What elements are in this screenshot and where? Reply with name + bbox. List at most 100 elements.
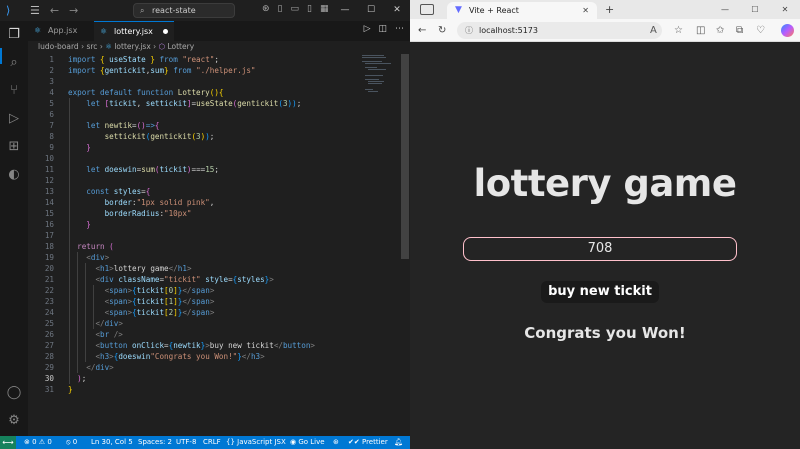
win-message: Congrats you Won! <box>524 324 686 342</box>
more-icon[interactable]: ⋯ <box>395 24 404 34</box>
code-line: const styles={ <box>86 187 151 196</box>
minimap[interactable] <box>360 54 400 94</box>
layout-secondary-icon[interactable]: ▯ <box>307 4 312 14</box>
unsaved-dot-icon[interactable] <box>163 29 169 34</box>
encoding[interactable]: UTF-8 <box>176 436 196 449</box>
line-number: 6 <box>49 110 54 119</box>
browser-tab[interactable]: ▼ Vite + React ✕ <box>447 2 597 19</box>
line-number: 24 <box>44 308 54 317</box>
breadcrumb-item[interactable]: Lottery <box>167 42 194 51</box>
account-icon[interactable]: ◯ <box>6 385 22 401</box>
react-file-icon: ⚛ <box>34 26 42 35</box>
ports-icon: ⦸ <box>66 438 73 446</box>
problems-status[interactable]: ⊗ 0 ⚠ 0 <box>24 436 52 449</box>
vscode-window: ⟩ ☰ ← → ⌕ react-state ⊛ ▯ ▭ ▯ ▦ — ☐ ✕ ❐ … <box>0 0 410 449</box>
maximize-icon[interactable]: ☐ <box>740 0 770 19</box>
remote-icon[interactable]: ⟷ <box>0 436 16 449</box>
info-icon[interactable]: ⓘ <box>465 22 473 39</box>
search-icon[interactable]: ⌕ <box>6 55 22 71</box>
code-line: </div> <box>86 363 114 372</box>
layout-sidebar-icon[interactable]: ▯ <box>278 4 283 14</box>
close-icon[interactable]: ✕ <box>384 0 410 21</box>
browser-tab-strip: ▼ Vite + React ✕ + — ☐ ✕ <box>410 0 800 19</box>
refresh-icon[interactable]: ↻ <box>438 19 446 42</box>
status-bar: ⟷ ⊗ 0 ⚠ 0 ⦸ 0 Ln 30, Col 5 Spaces: 2 UTF… <box>0 436 410 449</box>
copilot-status-icon[interactable]: ⊛ <box>333 436 339 449</box>
cursor-position[interactable]: Ln 30, Col 5 <box>91 436 133 449</box>
screen: ⟩ ☰ ← → ⌕ react-state ⊛ ▯ ▭ ▯ ▦ — ☐ ✕ ❐ … <box>0 0 800 449</box>
browser-essentials-icon[interactable]: ♡ <box>756 23 765 38</box>
source-control-icon[interactable]: ⑂ <box>6 83 22 99</box>
remote-icon[interactable]: ◐ <box>6 167 22 183</box>
copilot-icon[interactable]: ⊛ <box>262 4 270 14</box>
files-icon[interactable]: ❐ <box>6 27 22 43</box>
read-aloud-icon[interactable]: A <box>650 23 657 38</box>
run-icon[interactable]: ▷ <box>364 24 371 34</box>
breadcrumb: ludo-board › src › ⚛ lottery.jsx › ⬡ Lot… <box>38 42 194 54</box>
vscode-logo-icon: ⟩ <box>6 3 11 17</box>
settings-icon[interactable]: ⚙ <box>6 413 22 429</box>
line-number: 18 <box>44 242 54 251</box>
breadcrumb-item[interactable]: ludo-board <box>38 42 79 51</box>
address-bar[interactable]: ⓘ localhost:5173 <box>457 22 662 39</box>
line-number: 19 <box>44 253 54 262</box>
maximize-icon[interactable]: ☐ <box>358 0 384 21</box>
go-live-button[interactable]: ◉ Go Live <box>290 436 325 449</box>
run-debug-icon[interactable]: ▷ <box>6 111 22 127</box>
browser-tab-title: Vite + React <box>469 6 519 15</box>
line-number: 5 <box>49 99 54 108</box>
minimize-icon[interactable]: — <box>332 0 358 21</box>
line-number: 1 <box>49 55 54 64</box>
indentation[interactable]: Spaces: 2 <box>138 436 172 449</box>
app-heading: lottery game <box>473 162 737 205</box>
back-icon[interactable]: ← <box>418 19 426 42</box>
tab-label: lottery.jsx <box>114 27 153 36</box>
buy-ticket-button[interactable]: buy new tickit <box>541 281 659 303</box>
check-all-icon: ✔✔ <box>348 438 362 446</box>
copilot-icon[interactable] <box>781 24 794 37</box>
back-icon[interactable]: ← <box>50 4 59 17</box>
line-number: 22 <box>44 286 54 295</box>
line-number: 11 <box>44 165 54 174</box>
code-line: let newtik=()=>{ <box>86 121 160 130</box>
tab-lottery-jsx[interactable]: ⚛ lottery.jsx <box>94 21 174 41</box>
code-line: <h1>lottery game</h1> <box>95 264 192 273</box>
line-number: 25 <box>44 319 54 328</box>
code-line: } <box>86 220 91 229</box>
close-icon[interactable]: ✕ <box>770 0 800 19</box>
new-tab-icon[interactable]: + <box>605 2 614 17</box>
editor-scrollbar[interactable] <box>401 54 409 259</box>
sidebar-icon[interactable] <box>420 4 434 15</box>
line-ending[interactable]: CRLF <box>203 436 221 449</box>
error-icon: ⊗ <box>24 438 33 446</box>
active-indicator <box>0 48 2 64</box>
prettier-status[interactable]: ✔✔ Prettier <box>348 436 388 449</box>
line-number: 28 <box>44 352 54 361</box>
code-line: </div> <box>95 319 123 328</box>
favorites-icon[interactable]: ✩ <box>716 23 724 38</box>
split-screen-icon[interactable]: ◫ <box>696 23 705 38</box>
menu-icon[interactable]: ☰ <box>30 4 40 17</box>
code-line: ); <box>77 374 87 383</box>
code-line: <div> <box>86 253 110 262</box>
close-icon[interactable]: ✕ <box>582 2 589 19</box>
line-number: 4 <box>49 88 54 97</box>
language-mode[interactable]: {} JavaScript JSX <box>226 436 286 449</box>
breadcrumb-item[interactable]: src <box>86 42 97 51</box>
line-number: 13 <box>44 187 54 196</box>
bell-icon[interactable]: 🔔︎ <box>394 436 403 449</box>
favorite-icon[interactable]: ☆ <box>674 23 683 38</box>
line-number: 21 <box>44 275 54 284</box>
forward-icon[interactable]: → <box>69 4 78 17</box>
extensions-icon[interactable]: ⊞ <box>6 139 22 155</box>
tab-app-jsx[interactable]: ⚛ App.jsx <box>28 21 94 41</box>
layout-customize-icon[interactable]: ▦ <box>320 4 329 14</box>
ports-status[interactable]: ⦸ 0 <box>66 436 77 449</box>
minimize-icon[interactable]: — <box>710 0 740 19</box>
command-center[interactable]: ⌕ react-state <box>133 3 235 18</box>
line-number: 20 <box>44 264 54 273</box>
split-editor-icon[interactable]: ◫ <box>378 24 387 34</box>
collections-icon[interactable]: ⧉ <box>736 23 743 38</box>
breadcrumb-item[interactable]: lottery.jsx <box>114 42 150 51</box>
layout-panel-icon[interactable]: ▭ <box>291 4 300 14</box>
